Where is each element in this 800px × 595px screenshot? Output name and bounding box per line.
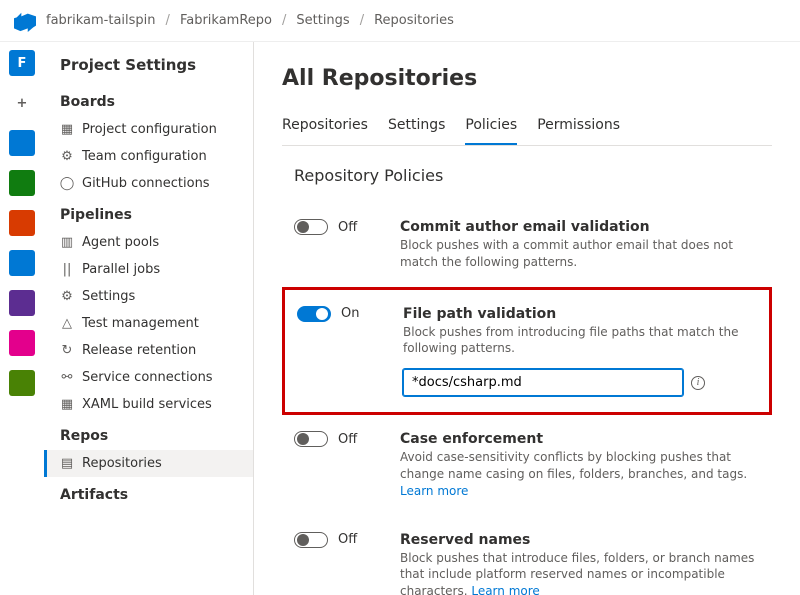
rail-item[interactable]: [9, 170, 35, 196]
rail-item[interactable]: F: [9, 50, 35, 76]
sidebar-item[interactable]: ↻ Release retention: [44, 337, 253, 364]
policy-description: Block pushes that introduce files, folde…: [400, 550, 760, 595]
azure-devops-logo-icon[interactable]: [14, 10, 36, 32]
learn-more-link[interactable]: Learn more: [471, 584, 539, 595]
sidebar-item-label: XAML build services: [82, 397, 212, 412]
breadcrumb-separator: /: [282, 13, 286, 28]
sidebar-item-icon: ◯: [60, 177, 74, 191]
breadcrumb-item[interactable]: Repositories: [374, 13, 454, 28]
policy-description: Block pushes from introducing file paths…: [403, 324, 757, 358]
policy-row: On File path validation Block pushes from …: [282, 287, 772, 416]
sidebar-item-icon: △: [60, 317, 74, 331]
policy-row: Off Commit author email validation Block p…: [282, 203, 772, 287]
sidebar-item-label: Team configuration: [82, 149, 207, 164]
policy-title: File path validation: [403, 306, 757, 322]
policy-title: Case enforcement: [400, 431, 760, 447]
sidebar-item-icon: ↻: [60, 344, 74, 358]
nav-rail: F+: [0, 42, 44, 595]
sidebar-item-icon: ||: [60, 263, 74, 277]
sidebar-item[interactable]: ▥ Agent pools: [44, 229, 253, 256]
rail-item[interactable]: [9, 370, 35, 396]
sidebar-item[interactable]: ▦ Project configuration: [44, 116, 253, 143]
sidebar-item[interactable]: ▤ Repositories: [44, 450, 253, 477]
toggle-state-label: Off: [338, 432, 357, 447]
rail-item[interactable]: +: [9, 90, 35, 116]
sidebar-item[interactable]: ⚯ Service connections: [44, 364, 253, 391]
sidebar-item-icon: ⚙: [60, 150, 74, 164]
toggle-state-label: Off: [338, 532, 357, 547]
sidebar-item[interactable]: ▦ XAML build services: [44, 391, 253, 418]
rail-item[interactable]: [9, 330, 35, 356]
main-content: All Repositories Repositories Settings Pol…: [254, 42, 800, 595]
sidebar-group-title: Artifacts: [44, 477, 253, 509]
sidebar-item-icon: ▦: [60, 398, 74, 412]
policy-row: Off Reserved names Block pushes that intro…: [282, 516, 772, 595]
info-icon[interactable]: i: [691, 376, 705, 390]
sidebar-item-label: Release retention: [82, 343, 196, 358]
sidebar-group-title: Boards: [44, 84, 253, 116]
sidebar-item[interactable]: ◯ GitHub connections: [44, 170, 253, 197]
sidebar-group-title: Pipelines: [44, 197, 253, 229]
sidebar-item-label: Agent pools: [82, 235, 159, 250]
sidebar-item[interactable]: || Parallel jobs: [44, 256, 253, 283]
sidebar-item-label: Repositories: [82, 456, 162, 471]
breadcrumb-separator: /: [166, 13, 170, 28]
breadcrumb-item[interactable]: FabrikamRepo: [180, 13, 272, 28]
breadcrumb-separator: /: [360, 13, 364, 28]
file-path-pattern-input[interactable]: [403, 369, 683, 396]
policy-description: Block pushes with a commit author email …: [400, 237, 760, 271]
breadcrumb: fabrikam-tailspin / FabrikamRepo / Settings /…: [46, 13, 454, 28]
toggle-state-label: On: [341, 306, 359, 321]
sidebar-heading: Project Settings: [44, 56, 253, 84]
sidebar-item[interactable]: △ Test management: [44, 310, 253, 337]
sidebar-group-title: Repos: [44, 418, 253, 450]
sidebar-item-label: GitHub connections: [82, 176, 210, 191]
breadcrumb-item[interactable]: fabrikam-tailspin: [46, 13, 156, 28]
section-title: Repository Policies: [282, 166, 772, 185]
learn-more-link[interactable]: Learn more: [400, 484, 468, 498]
breadcrumb-item[interactable]: Settings: [296, 13, 349, 28]
policy-toggle[interactable]: [294, 532, 328, 548]
policy-title: Commit author email validation: [400, 219, 760, 235]
sidebar-item-label: Test management: [82, 316, 199, 331]
sidebar-item-icon: ⚯: [60, 371, 74, 385]
rail-item[interactable]: [9, 130, 35, 156]
sidebar-item-icon: ⚙: [60, 290, 74, 304]
toggle-state-label: Off: [338, 220, 357, 235]
policy-title: Reserved names: [400, 532, 760, 548]
tab-policies[interactable]: Policies: [465, 109, 517, 145]
sidebar-item[interactable]: ⚙ Settings: [44, 283, 253, 310]
tab-repositories[interactable]: Repositories: [282, 109, 368, 145]
sidebar-item-icon: ▦: [60, 123, 74, 137]
sidebar-item-icon: ▤: [60, 457, 74, 471]
topbar: fabrikam-tailspin / FabrikamRepo / Settings /…: [0, 0, 800, 42]
rail-item[interactable]: [9, 250, 35, 276]
sidebar-item-icon: ▥: [60, 236, 74, 250]
tab-settings[interactable]: Settings: [388, 109, 445, 145]
policy-toggle[interactable]: [297, 306, 331, 322]
page-title: All Repositories: [282, 66, 772, 109]
tabs: Repositories Settings Policies Permissions: [282, 109, 772, 146]
rail-item[interactable]: [9, 290, 35, 316]
sidebar-item-label: Project configuration: [82, 122, 217, 137]
policy-row: Off Case enforcement Avoid case-sensitivit…: [282, 415, 772, 515]
sidebar-item-label: Service connections: [82, 370, 213, 385]
policy-toggle[interactable]: [294, 431, 328, 447]
sidebar: Project Settings Boards ▦ Project configur…: [44, 42, 254, 595]
tab-permissions[interactable]: Permissions: [537, 109, 620, 145]
sidebar-item[interactable]: ⚙ Team configuration: [44, 143, 253, 170]
sidebar-item-label: Parallel jobs: [82, 262, 160, 277]
policy-toggle[interactable]: [294, 219, 328, 235]
sidebar-item-label: Settings: [82, 289, 135, 304]
policy-description: Avoid case-sensitivity conflicts by bloc…: [400, 449, 760, 499]
rail-item[interactable]: [9, 210, 35, 236]
